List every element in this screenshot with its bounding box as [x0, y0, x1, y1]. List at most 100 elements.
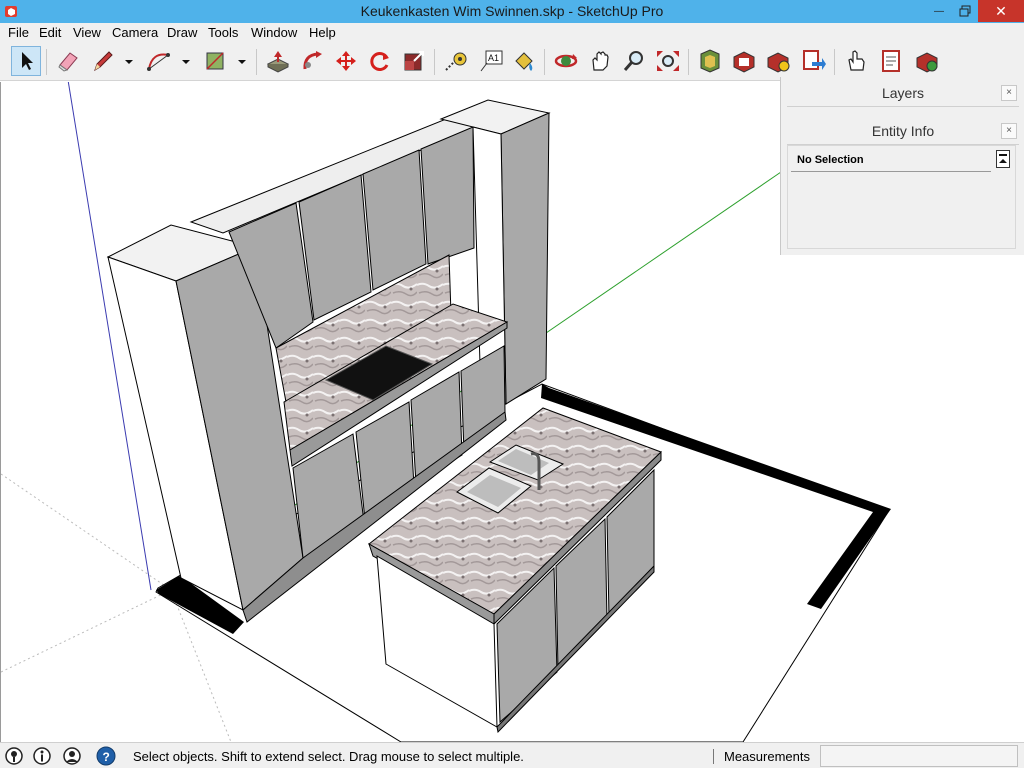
status-help-text: Select objects. Shift to extend select. … — [133, 749, 524, 764]
pencil-tool-button[interactable] — [88, 46, 118, 76]
report-icon — [882, 50, 900, 72]
user-account-icon[interactable] — [62, 746, 82, 766]
move-icon — [336, 51, 356, 71]
pencil-icon — [94, 51, 113, 72]
menu-draw[interactable]: Draw — [167, 25, 197, 40]
generate-report-button[interactable] — [912, 46, 942, 76]
follow-me-tool-button[interactable] — [297, 46, 327, 76]
close-button[interactable]: ✕ — [978, 0, 1024, 22]
move-tool-button[interactable] — [331, 46, 361, 76]
instructor-help-icon[interactable]: ? — [96, 746, 116, 766]
pan-tool-button[interactable] — [585, 46, 615, 76]
pencil-dropdown-chevron-down-icon[interactable] — [124, 59, 134, 65]
arc-tool-button[interactable] — [144, 46, 174, 76]
menu-camera[interactable]: Camera — [112, 25, 158, 40]
window-title: Keukenkasten Wim Swinnen.skp - SketchUp … — [360, 3, 664, 19]
entity-info-panel-header[interactable]: Entity Info × — [787, 117, 1019, 145]
toolbar-separator — [46, 49, 47, 75]
arc-dropdown-chevron-down-icon[interactable] — [181, 59, 191, 65]
rectangle-tool-button[interactable] — [200, 46, 230, 76]
eraser-icon — [58, 52, 78, 72]
extension-manager-button[interactable] — [798, 46, 828, 76]
eraser-tool-button[interactable] — [53, 46, 83, 76]
extension-warehouse-button[interactable] — [729, 46, 759, 76]
credits-info-icon[interactable] — [32, 746, 52, 766]
svg-text:?: ? — [103, 750, 110, 764]
send-to-layout-button[interactable] — [763, 46, 793, 76]
text-tool-button[interactable]: A1 — [476, 46, 506, 76]
arc-icon — [147, 53, 170, 71]
push-pull-icon — [266, 51, 290, 73]
dotted-axis-line — [1, 589, 172, 673]
close-icon: ✕ — [995, 2, 1007, 19]
measurements-input[interactable] — [820, 745, 1018, 767]
layers-panel-title: Layers — [881, 85, 925, 101]
entity-info-close-button[interactable]: × — [1001, 123, 1017, 139]
orbit-icon — [554, 54, 578, 68]
follow-me-icon — [303, 51, 322, 70]
entity-info-panel-title: Entity Info — [871, 123, 935, 139]
select-tool-button[interactable] — [11, 46, 41, 76]
3d-warehouse-icon — [700, 49, 720, 73]
toolbar-separator — [834, 49, 835, 75]
paint-bucket-icon — [515, 52, 533, 71]
zoom-extents-icon — [657, 51, 679, 71]
interact-icon — [848, 50, 865, 71]
toolbar-separator — [544, 49, 545, 75]
menu-help[interactable]: Help — [309, 25, 336, 40]
text-icon: A1 — [480, 50, 503, 72]
expand-details-icon[interactable] — [996, 150, 1010, 168]
scale-icon — [404, 51, 424, 71]
restore-icon — [959, 5, 971, 17]
status-bar: ? Select objects. Shift to extend select… — [0, 742, 1024, 768]
scale-tool-button[interactable] — [399, 46, 429, 76]
measurements-label: Measurements — [724, 749, 810, 764]
menu-bar: File Edit View Camera Draw Tools Window … — [0, 23, 1024, 43]
dotted-axis-line — [1, 473, 172, 591]
divider — [713, 749, 714, 764]
zoom-tool-button[interactable] — [619, 46, 649, 76]
restore-button[interactable] — [950, 0, 980, 22]
close-icon: × — [1006, 87, 1012, 98]
orbit-tool-button[interactable] — [551, 46, 581, 76]
interact-tool-button[interactable] — [841, 46, 871, 76]
extension-manager-icon — [803, 50, 826, 70]
layers-close-button[interactable]: × — [1001, 85, 1017, 101]
tape-measure-icon — [445, 52, 467, 71]
toolbar-separator — [688, 49, 689, 75]
geo-location-icon[interactable] — [4, 746, 24, 766]
layers-panel-header[interactable]: Layers × — [787, 79, 1019, 107]
generate-report-icon — [916, 52, 938, 73]
title-bar: Keukenkasten Wim Swinnen.skp - SketchUp … — [0, 0, 1024, 23]
menu-edit[interactable]: Edit — [39, 25, 61, 40]
divider — [791, 171, 991, 172]
rectangle-dropdown-chevron-down-icon[interactable] — [237, 59, 247, 65]
push-pull-tool-button[interactable] — [263, 46, 293, 76]
extension-warehouse-icon — [733, 51, 755, 73]
rectangle-icon — [206, 52, 224, 70]
sketchup-window: Keukenkasten Wim Swinnen.skp - SketchUp … — [0, 0, 1024, 768]
close-icon: × — [1006, 125, 1012, 136]
menu-tools[interactable]: Tools — [208, 25, 238, 40]
toolbar-separator — [256, 49, 257, 75]
large-tool-set-toolbar: A1 — [0, 43, 1024, 81]
rotate-icon — [370, 52, 389, 71]
text-tool-label: A1 — [488, 53, 499, 63]
select-icon — [22, 52, 33, 70]
tape-measure-tool-button[interactable] — [441, 46, 471, 76]
menu-file[interactable]: File — [8, 25, 29, 40]
rotate-tool-button[interactable] — [365, 46, 395, 76]
report-button[interactable] — [876, 46, 906, 76]
toolbar-separator — [434, 49, 435, 75]
3d-warehouse-button[interactable] — [695, 46, 725, 76]
paint-bucket-tool-button[interactable] — [509, 46, 539, 76]
menu-view[interactable]: View — [73, 25, 101, 40]
pan-icon — [592, 51, 609, 71]
selection-status-label: No Selection — [797, 154, 864, 166]
send-to-layout-icon — [767, 52, 790, 73]
zoom-extents-tool-button[interactable] — [653, 46, 683, 76]
minimize-icon: — — [934, 5, 944, 17]
zoom-icon — [623, 51, 643, 71]
entity-info-content: No Selection — [787, 145, 1016, 249]
menu-window[interactable]: Window — [251, 25, 297, 40]
